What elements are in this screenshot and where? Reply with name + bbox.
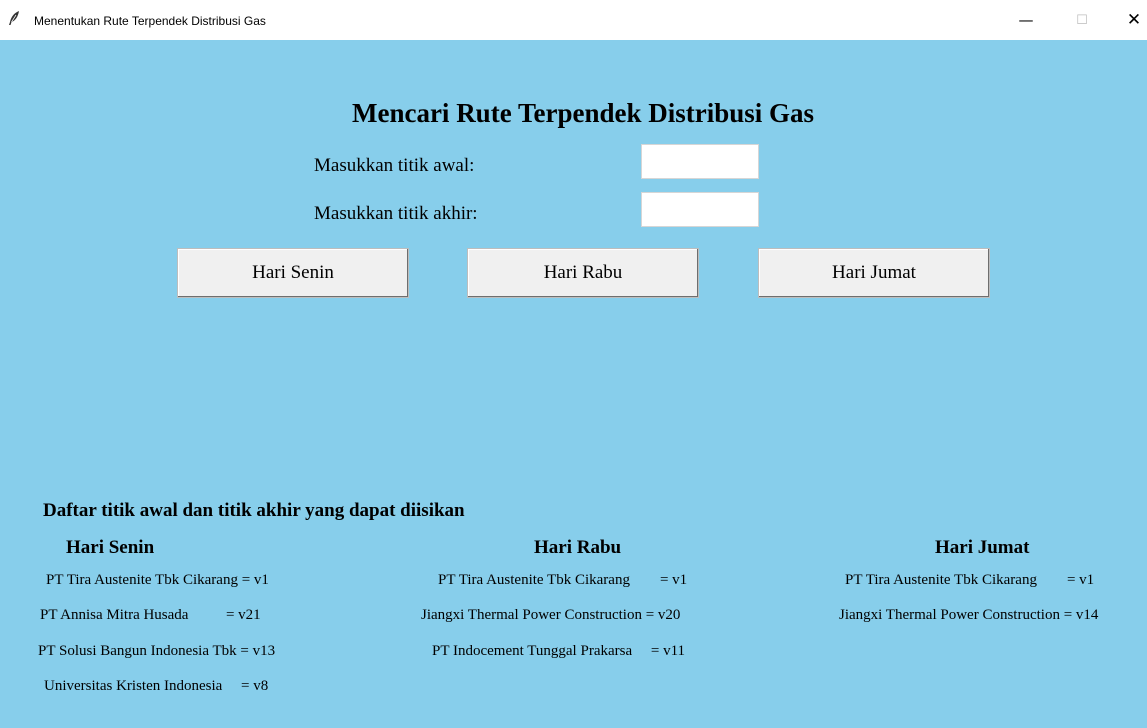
rabu-list-item: PT Indocement Tunggal Prakarsa = v11 xyxy=(432,643,686,659)
minimize-button[interactable]: — xyxy=(1004,6,1048,34)
page-title: Mencari Rute Terpendek Distribusi Gas xyxy=(351,98,815,128)
maximize-button[interactable]: ☐ xyxy=(1060,6,1104,34)
title-bar: Menentukan Rute Terpendek Distribusi Gas… xyxy=(0,0,1147,40)
start-point-label: Masukkan titik awal: xyxy=(314,155,475,176)
rabu-list-item: Jiangxi Thermal Power Construction = v20 xyxy=(421,607,681,623)
hari-rabu-button[interactable]: Hari Rabu xyxy=(467,248,699,298)
window-title: Menentukan Rute Terpendek Distribusi Gas xyxy=(34,14,266,28)
start-point-input[interactable] xyxy=(641,144,759,179)
senin-list-item: Universitas Kristen Indonesia = v8 xyxy=(44,678,269,694)
senin-list-item: PT Solusi Bangun Indonesia Tbk = v13 xyxy=(38,643,276,659)
point-list-title: Daftar titik awal dan titik akhir yang d… xyxy=(43,500,465,521)
senin-list-item: PT Annisa Mitra Husada = v21 xyxy=(40,607,261,623)
feather-icon xyxy=(9,11,19,25)
end-point-label: Masukkan titik akhir: xyxy=(314,203,478,224)
jumat-list-title: Hari Jumat xyxy=(935,537,1030,558)
hari-jumat-button[interactable]: Hari Jumat xyxy=(758,248,990,298)
rabu-list-title: Hari Rabu xyxy=(534,537,622,558)
end-point-input[interactable] xyxy=(641,192,759,227)
close-button[interactable]: ✕ xyxy=(1112,6,1147,34)
hari-senin-button[interactable]: Hari Senin xyxy=(177,248,409,298)
senin-list-title: Hari Senin xyxy=(66,537,155,558)
jumat-list-item: Jiangxi Thermal Power Construction = v14 xyxy=(839,607,1099,623)
senin-list-item: PT Tira Austenite Tbk Cikarang = v1 xyxy=(46,572,269,588)
rabu-list-item: PT Tira Austenite Tbk Cikarang = v1 xyxy=(438,572,688,588)
main-panel: Mencari Rute Terpendek Distribusi Gas Ma… xyxy=(0,40,1147,728)
jumat-list-item: PT Tira Austenite Tbk Cikarang = v1 xyxy=(845,572,1095,588)
